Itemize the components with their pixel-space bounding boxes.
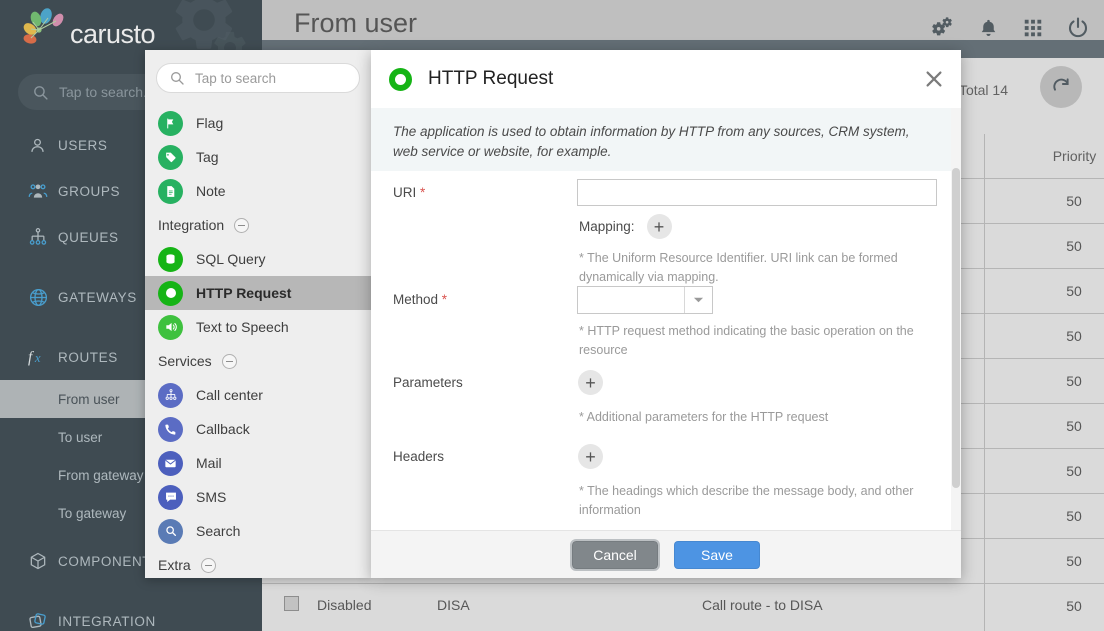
picker-item-flag[interactable]: Flag — [145, 106, 371, 140]
picker-item-mail[interactable]: Mail — [145, 446, 371, 480]
modal-title: HTTP Request — [428, 68, 554, 89]
collapse-minus-icon[interactable] — [200, 557, 216, 573]
cancel-button[interactable]: Cancel — [570, 538, 660, 571]
modal-scrollbar-thumb[interactable] — [952, 168, 960, 488]
picker-search-placeholder: Tap to search — [195, 70, 277, 86]
field-method: Method * * HTTP request method indicatin… — [371, 286, 951, 370]
flag-icon — [158, 110, 183, 136]
picker-item-label: Note — [196, 183, 226, 199]
picker-item-label: Search — [196, 523, 241, 539]
green-ring-icon — [389, 67, 412, 91]
field-help-uri: * The Uniform Resource Identifier. URI l… — [579, 251, 898, 284]
picker-list: Flag Tag Note Integration SQL Query HTTP… — [145, 106, 371, 578]
app-root: carusto Tap to search... USERS GROUPS QU… — [0, 0, 1104, 631]
circle-dot-icon — [158, 280, 183, 306]
field-label-headers: Headers — [393, 449, 444, 464]
add-mapping-button[interactable]: + — [646, 214, 672, 239]
picker-group-label: Extra — [158, 557, 191, 573]
picker-item-text-to-speech[interactable]: Text to Speech — [145, 310, 371, 344]
component-picker-panel: Tap to search Flag Tag Note Integration … — [145, 50, 371, 578]
collapse-minus-icon[interactable] — [234, 217, 250, 233]
add-parameter-button[interactable]: + — [578, 370, 603, 395]
note-icon — [158, 178, 183, 204]
method-select[interactable] — [577, 286, 713, 314]
phone-icon — [158, 416, 183, 442]
picker-item-label: Tag — [196, 149, 219, 165]
modal-form: URI * Mapping: + * The Uniform Resource … — [371, 171, 951, 530]
picker-item-label: Callback — [196, 421, 250, 437]
picker-item-label: Flag — [196, 115, 224, 131]
add-header-button[interactable]: + — [578, 444, 603, 469]
save-button[interactable]: Save — [674, 540, 760, 569]
collapse-minus-icon[interactable] — [221, 353, 237, 369]
field-help-parameters: * Additional parameters for the HTTP req… — [579, 410, 829, 424]
picker-item-call-center[interactable]: Call center — [145, 378, 371, 412]
field-label-text: URI — [393, 185, 417, 200]
picker-item-label: Call center — [196, 387, 263, 403]
picker-item-label: SMS — [196, 489, 227, 505]
modal-footer: Cancel Save — [371, 530, 961, 578]
close-button[interactable] — [923, 68, 945, 90]
picker-item-search[interactable]: Search — [145, 514, 371, 548]
speaker-icon — [158, 314, 183, 340]
uri-input[interactable] — [577, 179, 937, 206]
field-label-method: Method * — [393, 292, 448, 307]
picker-item-http-request[interactable]: HTTP Request — [145, 276, 371, 310]
picker-item-label: Mail — [196, 455, 222, 471]
field-label-text: Parameters — [393, 375, 463, 390]
field-parameters: Parameters + * Additional parameters for… — [371, 370, 951, 444]
http-request-modal: HTTP Request The application is used to … — [371, 50, 961, 578]
mapping-label: Mapping: — [579, 219, 635, 234]
tag-icon — [158, 144, 183, 170]
close-icon — [926, 71, 942, 87]
search-icon — [171, 72, 184, 85]
picker-item-label: HTTP Request — [196, 285, 292, 301]
picker-item-tag[interactable]: Tag — [145, 140, 371, 174]
uri-mapping-row: Mapping: + — [579, 214, 672, 239]
field-label-parameters: Parameters — [393, 375, 463, 390]
picker-search-input[interactable]: Tap to search — [156, 63, 360, 93]
sms-icon — [158, 484, 183, 510]
field-help-method: * HTTP request method indicating the bas… — [579, 324, 914, 357]
search-circle-icon — [158, 518, 183, 544]
picker-group-label: Integration — [158, 217, 225, 233]
picker-item-note[interactable]: Note — [145, 174, 371, 208]
database-icon — [158, 246, 183, 272]
picker-group-label: Services — [158, 353, 212, 369]
mail-icon — [158, 450, 183, 476]
picker-group-services: Services — [145, 344, 371, 378]
modal-header: HTTP Request — [371, 50, 961, 108]
field-label-text: Method — [393, 292, 439, 307]
modal-scrollbar-track[interactable] — [951, 108, 961, 530]
picker-item-sms[interactable]: SMS — [145, 480, 371, 514]
field-headers: Headers + * The headings which describe … — [371, 444, 951, 518]
picker-group-integration: Integration — [145, 208, 371, 242]
field-uri: URI * Mapping: + * The Uniform Resource … — [371, 171, 951, 286]
field-label-text: Headers — [393, 449, 445, 464]
picker-item-label: Text to Speech — [196, 319, 289, 335]
picker-item-callback[interactable]: Callback — [145, 412, 371, 446]
picker-item-sql-query[interactable]: SQL Query — [145, 242, 371, 276]
call-center-icon — [158, 382, 183, 408]
field-label-uri: URI * — [393, 185, 426, 200]
picker-item-label: SQL Query — [196, 251, 266, 267]
picker-group-extra: Extra — [145, 548, 371, 578]
modal-description: The application is used to obtain inform… — [371, 108, 951, 178]
field-help-headers: * The headings which describe the messag… — [579, 484, 914, 517]
chevron-down-icon — [684, 287, 712, 313]
